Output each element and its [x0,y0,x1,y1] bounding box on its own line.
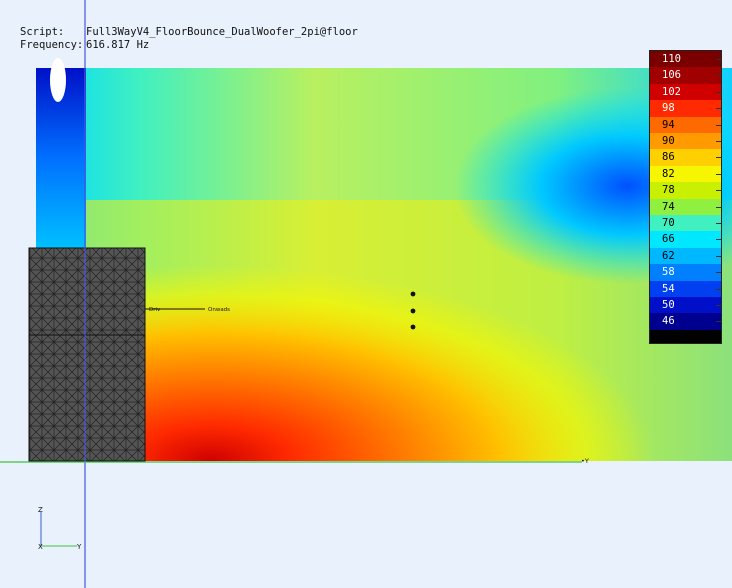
legend-level-106: 106 [650,67,721,84]
measurement-point-icon[interactable] [410,291,416,297]
legend-level-46: 46 [650,313,721,330]
frequency-label: Frequency: [20,39,84,51]
driver-label-left: Driv [149,307,161,313]
legend-tick [716,141,721,142]
simulation-viewport[interactable]: Driv Onwads •Y Z X Y [0,0,732,588]
legend-tick [716,108,721,110]
frequency-row: Frequency: 616.817 Hz [20,39,358,52]
legend-tick [716,255,721,257]
triad-x-label: X [38,543,43,551]
simulation-info: Script: Full3WayV4_FloorBounce_DualWoofer… [20,26,358,52]
driver-label-right: Onwads [208,307,230,313]
legend-level-90: 90 [650,133,721,150]
legend-level-66: 66 [650,231,721,248]
legend-tick [716,305,721,306]
legend-tick [716,206,721,208]
legend-level-54: 54 [650,280,721,297]
legend-level-94: 94 [650,116,721,133]
speaker-cabinet-mesh[interactable] [28,247,146,462]
legend-level-98: 98 [650,100,721,117]
legend-tick [716,272,721,274]
legend-tick [716,59,721,60]
legend-level-78: 78 [650,182,721,199]
legend-level-50: 50 [650,297,721,314]
legend-level-70: 70 [650,215,721,232]
legend-tick [716,288,721,290]
measurement-point-icon[interactable] [410,308,416,314]
legend-tick [716,157,721,159]
legend-level-58: 58 [650,264,721,281]
legend-level-62: 62 [650,247,721,265]
legend-level-102: 102 [650,83,721,101]
axis-marker-y: •Y [581,457,589,465]
legend-level-86: 86 [650,149,721,166]
script-label: Script: [20,26,65,38]
legend-tick [716,75,721,77]
frequency-value: 616.817 Hz [86,39,150,51]
measurement-point-icon[interactable] [410,324,416,330]
legend-tick [716,124,721,126]
legend-tick [716,321,721,323]
legend-tick [716,190,721,192]
axis-triad-icon: Z X Y [38,506,82,551]
script-row: Script: Full3WayV4_FloorBounce_DualWoofer… [20,26,358,39]
legend-tick [716,239,721,241]
triad-z-label: Z [38,506,43,514]
legend-level-110: 110 [650,51,721,68]
legend-level-82: 82 [650,165,721,183]
spl-color-legend: 110 106 102 98 94 90 86 82 78 74 70 66 62 58 54 50 46 [649,50,722,344]
legend-tick [716,173,721,175]
legend-level-74: 74 [650,198,721,215]
script-value: Full3WayV4_FloorBounce_DualWoofer_2pi@fl… [86,26,358,38]
triad-y-label: Y [76,543,82,551]
legend-tick [716,91,721,93]
legend-tick [716,223,721,224]
